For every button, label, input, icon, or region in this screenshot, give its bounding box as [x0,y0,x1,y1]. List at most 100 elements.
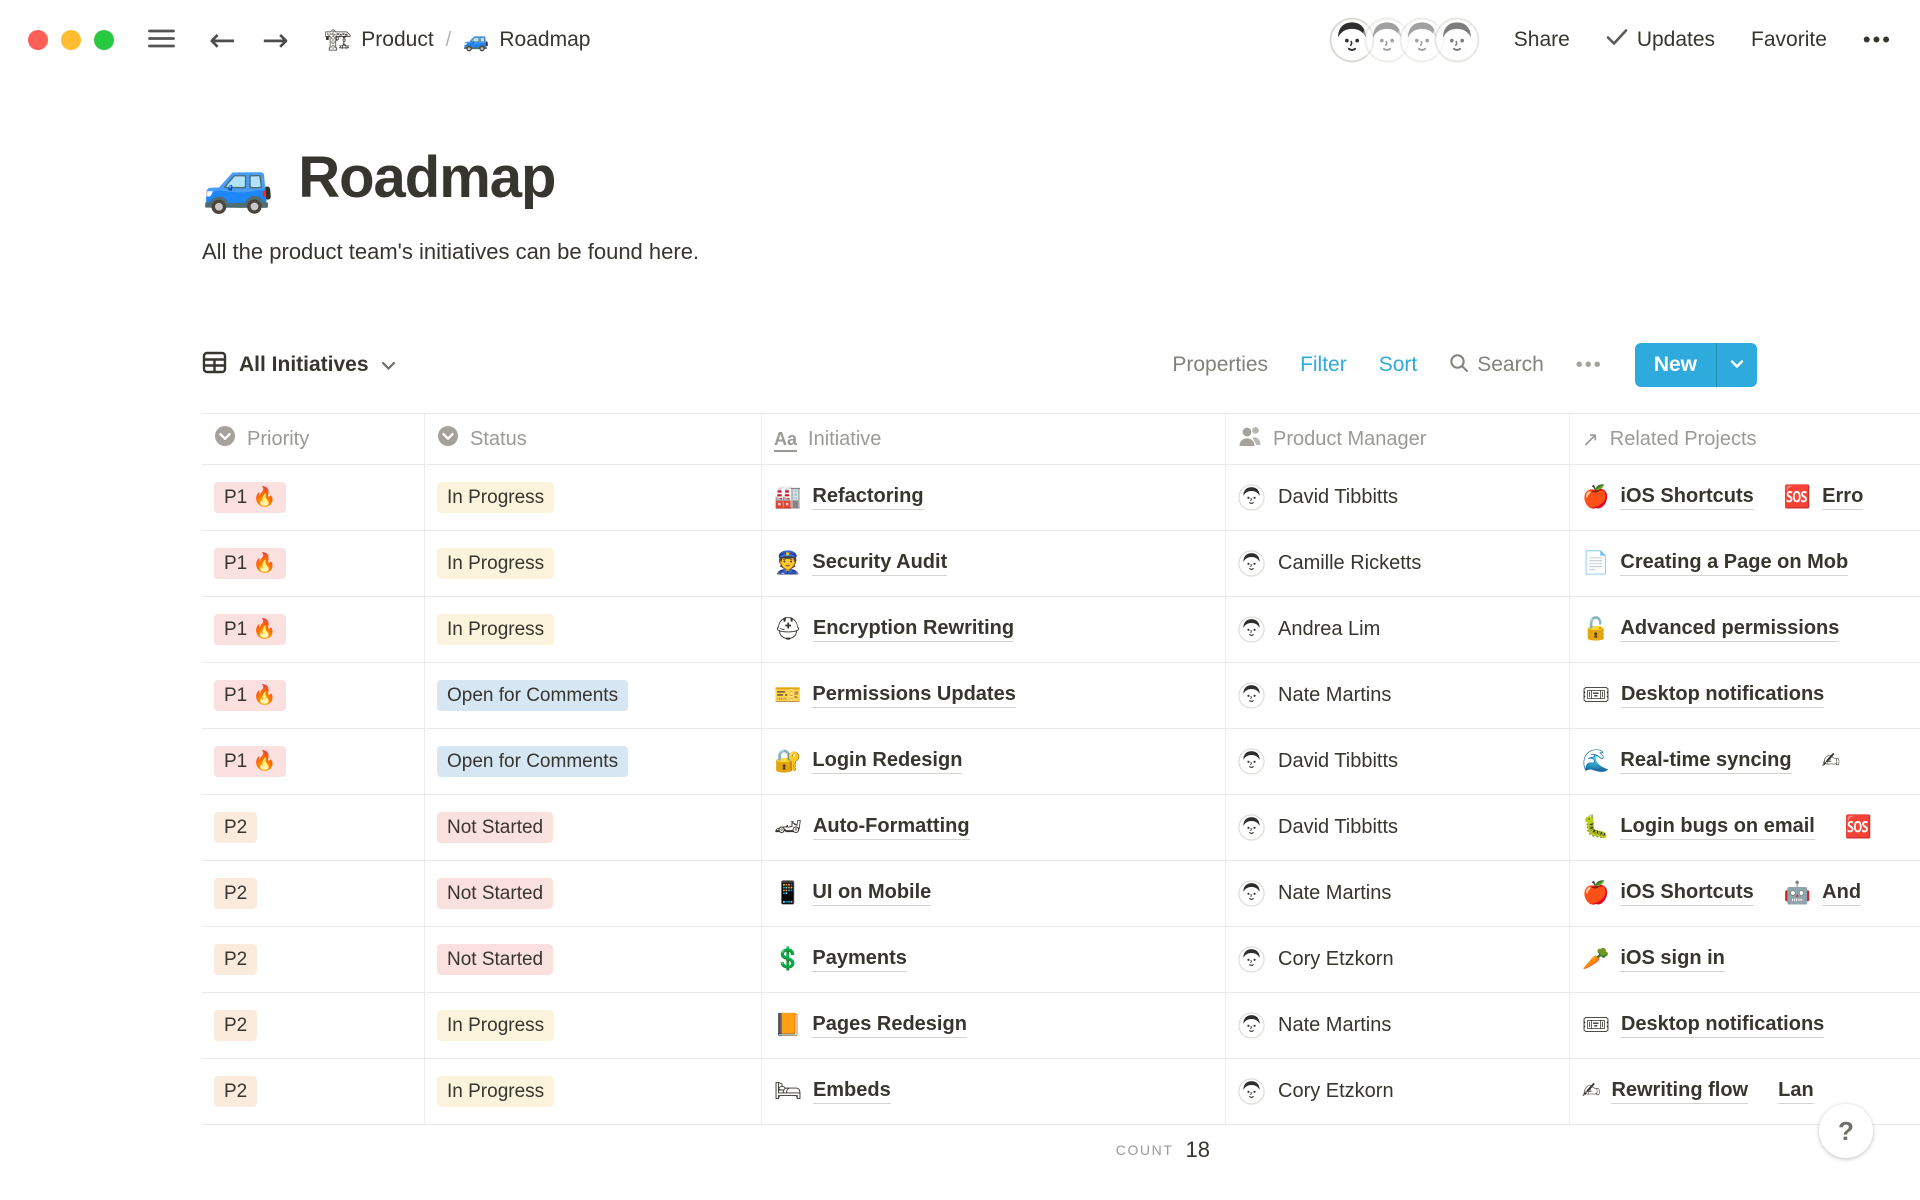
status-cell[interactable]: In Progress [425,993,762,1058]
sort-button[interactable]: Sort [1379,353,1418,377]
column-header-product-manager[interactable]: Product Manager [1226,414,1570,464]
page-description[interactable]: All the product team's initiatives can b… [202,239,1920,265]
priority-pill[interactable]: P2 [214,812,257,844]
page-title[interactable]: Roadmap [298,144,555,211]
view-tab-all-initiatives[interactable]: All Initiatives [202,350,396,381]
manager-cell[interactable]: Andrea Lim [1226,597,1570,662]
status-pill[interactable]: Not Started [437,812,553,844]
table-row[interactable]: P2 In Progress 📙Pages RedesignNate Martins… [202,993,1920,1059]
manager-cell[interactable]: Camille Ricketts [1226,531,1570,596]
related-cell[interactable]: 🎟Desktop notifications [1570,663,1920,728]
initiative-link[interactable]: Auto-Formatting [813,815,970,840]
status-cell[interactable]: In Progress [425,597,762,662]
related-cell[interactable]: 📄Creating a Page on Mob [1570,531,1920,596]
priority-cell[interactable]: P1 🔥 [202,465,425,530]
manager-cell[interactable]: David Tibbitts [1226,795,1570,860]
priority-cell[interactable]: P1 🔥 [202,531,425,596]
status-pill[interactable]: Not Started [437,944,553,976]
related-link[interactable]: iOS sign in [1620,947,1724,972]
initiative-cell[interactable]: 📙Pages Redesign [762,993,1226,1058]
table-row[interactable]: P1 🔥In Progress⛑Encryption RewritingAndr… [202,597,1920,663]
initiative-cell[interactable]: 🔐Login Redesign [762,729,1226,794]
manager-cell[interactable]: Cory Etzkorn [1226,927,1570,992]
column-header-initiative[interactable]: AaInitiative [762,414,1226,464]
priority-pill[interactable]: P1 🔥 [214,614,286,646]
related-cell[interactable]: 🐛Login bugs on email🆘 [1570,795,1920,860]
new-button[interactable]: New [1635,343,1716,387]
table-row[interactable]: P1 🔥 In Progress 🏭RefactoringDavid Tibbitt… [202,465,1920,531]
related-project[interactable]: 🤖And [1784,881,1861,906]
initiative-link[interactable]: Login Redesign [812,749,962,774]
initiative-link[interactable]: Embeds [813,1079,891,1104]
related-link[interactable]: Login bugs on email [1620,815,1814,840]
manager-cell[interactable]: Nate Martins [1226,861,1570,926]
related-link[interactable]: Rewriting flow [1611,1079,1748,1104]
share-button[interactable]: Share [1514,28,1570,52]
related-project[interactable]: Lan [1778,1079,1814,1104]
priority-pill[interactable]: P2 [214,944,257,976]
priority-cell[interactable]: P2 [202,927,425,992]
priority-cell[interactable]: P2 [202,795,425,860]
table-row[interactable]: P2In Progress🛏EmbedsCory Etzkorn✍Rewriti… [202,1059,1920,1125]
related-cell[interactable]: 🎟Desktop notifications [1570,993,1920,1058]
priority-pill[interactable]: P1 🔥 [214,746,286,778]
new-dropdown-button[interactable] [1717,343,1757,387]
properties-button[interactable]: Properties [1172,353,1268,377]
initiative-cell[interactable]: 💲Payments [762,927,1226,992]
favorite-button[interactable]: Favorite [1751,28,1827,52]
status-cell[interactable]: Not Started [425,795,762,860]
status-pill[interactable]: In Progress [437,482,554,514]
status-cell[interactable]: Not Started [425,861,762,926]
related-project[interactable]: 🎟Desktop notifications [1582,683,1824,708]
manager-cell[interactable]: Cory Etzkorn [1226,1059,1570,1124]
initiative-link[interactable]: Pages Redesign [812,1013,967,1038]
related-link[interactable]: Advanced permissions [1620,617,1839,642]
priority-cell[interactable]: P2 [202,1059,425,1124]
related-cell[interactable]: 🔓Advanced permissions [1570,597,1920,662]
related-project[interactable]: 📄Creating a Page on Mob [1582,551,1848,576]
related-project[interactable]: 🎟Desktop notifications [1582,1013,1824,1038]
status-cell[interactable]: Not Started [425,927,762,992]
related-link[interactable]: Lan [1778,1079,1814,1104]
related-project[interactable]: 🔓Advanced permissions [1582,617,1839,642]
priority-pill[interactable]: P2 [214,1010,257,1042]
table-row[interactable]: P2Not Started🏎Auto-FormattingDavid Tibbi… [202,795,1920,861]
manager-cell[interactable]: David Tibbitts [1226,465,1570,530]
initiative-cell[interactable]: 📱UI on Mobile [762,861,1226,926]
status-pill[interactable]: Open for Comments [437,746,628,778]
status-pill[interactable]: In Progress [437,548,554,580]
initiative-cell[interactable]: 🏭Refactoring [762,465,1226,530]
related-project[interactable]: 🌊Real-time syncing [1582,749,1792,774]
status-pill[interactable]: In Progress [437,614,554,646]
page-more-button[interactable]: ••• [1863,27,1892,53]
status-pill[interactable]: Open for Comments [437,680,628,712]
status-pill[interactable]: In Progress [437,1076,554,1108]
close-window-button[interactable] [28,30,48,50]
initiative-link[interactable]: Security Audit [812,551,947,576]
related-project[interactable]: ✍Rewriting flow [1582,1079,1748,1104]
column-header-status[interactable]: Status [425,414,762,464]
status-cell[interactable]: In Progress [425,465,762,530]
related-project[interactable]: 🍎iOS Shortcuts [1582,485,1754,510]
related-project[interactable]: 🆘Erro [1784,485,1864,510]
column-header-related-projects[interactable]: ↗Related Projects [1570,414,1920,464]
status-pill[interactable]: In Progress [437,1010,554,1042]
related-cell[interactable]: 🌊Real-time syncing ✍ [1570,729,1920,794]
related-link[interactable]: And [1822,881,1861,906]
status-cell[interactable]: Open for Comments [425,663,762,728]
related-link[interactable]: Erro [1822,485,1863,510]
table-row[interactable]: P2Not Started📱UI on MobileNate Martins🍎i… [202,861,1920,927]
status-cell[interactable]: In Progress [425,1059,762,1124]
related-cell[interactable]: 🍎iOS Shortcuts 🆘Erro [1570,465,1920,530]
priority-cell[interactable]: P2 [202,993,425,1058]
table-row[interactable]: P1 🔥In Progress👮Security AuditCamille Ri… [202,531,1920,597]
status-cell[interactable]: In Progress [425,531,762,596]
related-project[interactable]: 🐛Login bugs on email [1582,815,1815,840]
collaborator-avatars[interactable] [1340,17,1480,63]
column-header-priority[interactable]: Priority [202,414,425,464]
related-link[interactable]: Desktop notifications [1621,1013,1824,1038]
priority-pill[interactable]: P1 🔥 [214,482,286,514]
manager-cell[interactable]: Nate Martins [1226,993,1570,1058]
related-project[interactable]: ✍ [1822,749,1851,774]
help-button[interactable]: ? [1819,1104,1873,1158]
